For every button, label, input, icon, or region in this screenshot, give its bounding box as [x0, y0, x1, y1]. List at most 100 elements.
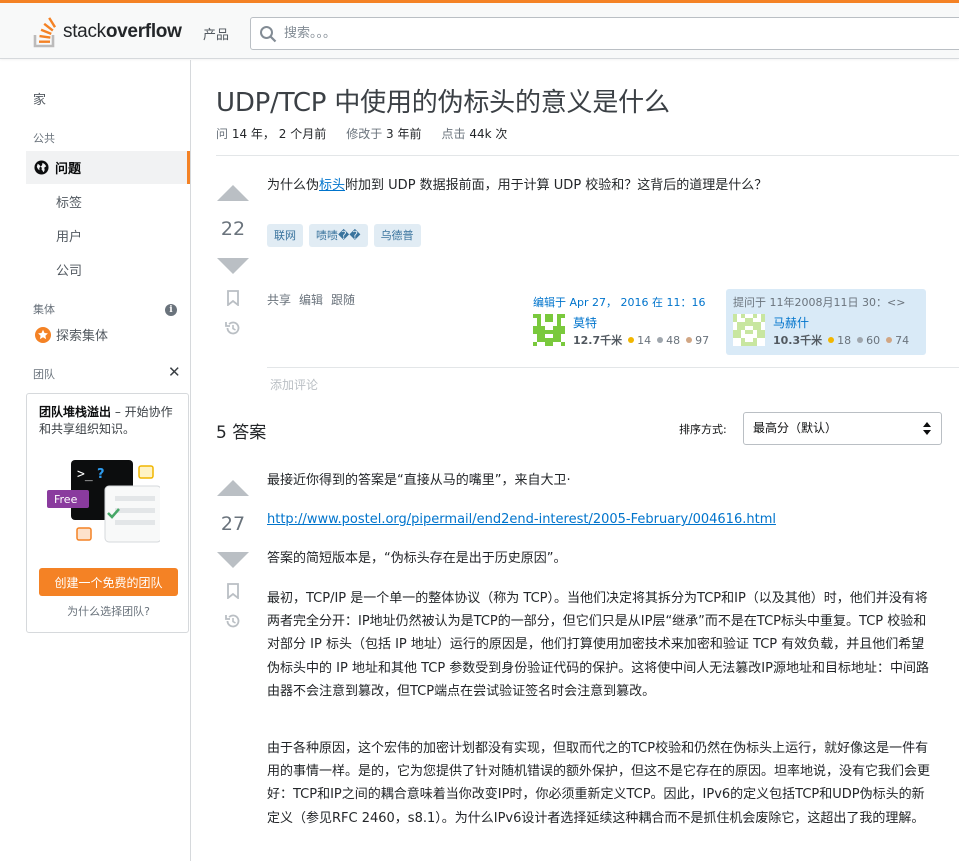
silver-badge-icon — [657, 337, 664, 343]
nav-section-teams: 团队 — [33, 368, 55, 381]
question-bookmark-icon[interactable] — [226, 290, 240, 306]
answer-history-icon[interactable] — [224, 612, 242, 630]
explore-collectives-label: 探索集体 — [56, 329, 109, 344]
nav-companies[interactable]: 公司 — [56, 260, 82, 279]
question-meta: 问 14 年， 2 个月前 修改于 3 年前 点击 44k 次 — [216, 125, 507, 142]
globe-icon — [34, 160, 49, 175]
nav-questions[interactable]: 问题 — [26, 151, 190, 184]
question-body-part2: 附加到 UDP 数据报前面，用于计算 UDP 校验和？这背后的道理是什么？ — [345, 178, 768, 193]
editor-card: 编辑于 Apr 27， 2016 在 11：16 莫特 12.7千米 14 48… — [526, 289, 721, 355]
editor-avatar[interactable] — [533, 314, 565, 346]
edited-timestamp[interactable]: 编辑于 Apr 27， 2016 在 11：16 — [533, 294, 706, 310]
left-sidebar: 家 公共 问题 标签 用户 公司 集体 i 探索集体 团队 ✕ 团队堆栈溢出 –… — [0, 60, 191, 861]
follow-link[interactable]: 跟随 — [331, 291, 355, 308]
question-body: 为什么伪标头附加到 UDP 数据报前面，用于计算 UDP 校验和？这背后的道理是… — [267, 175, 932, 197]
tag-networking[interactable]: 联网 — [267, 224, 303, 247]
teams-illustration-icon: >_ ? Free — [47, 460, 160, 543]
question-title[interactable]: UDP/TCP 中使用的伪标头的意义是什么 — [216, 82, 670, 119]
editor-reputation: 12.7千米 — [573, 334, 623, 347]
viewed-value: 44k 次 — [469, 127, 508, 141]
asker-bronze-count: 74 — [895, 333, 910, 347]
stack-logo-icon — [33, 17, 57, 48]
logo-wordmark: stackoverflow — [63, 21, 182, 43]
tag-tcp[interactable]: 啧啧�� — [309, 224, 368, 247]
svg-text:?: ? — [97, 467, 105, 482]
editor-gold-count: 14 — [637, 333, 652, 347]
asked-label: 问 — [216, 127, 229, 141]
modified-meta: 修改于 3 年前 — [346, 125, 421, 142]
collectives-star-icon — [35, 326, 51, 343]
select-arrows-icon — [923, 422, 931, 435]
editor-stats: 12.7千米 14 48 97 — [573, 332, 709, 348]
bronze-badge-icon — [886, 337, 893, 343]
answer-vote-count: 27 — [220, 513, 246, 535]
why-teams-link[interactable]: 为什么选择团队? — [27, 603, 190, 619]
sort-select[interactable]: 最高分（默认） — [743, 412, 942, 445]
create-team-button[interactable]: 创建一个免费的团队 — [39, 568, 178, 596]
editor-silver-count: 48 — [666, 333, 681, 347]
svg-text:>_: >_ — [77, 467, 93, 482]
search-input[interactable] — [284, 18, 884, 49]
modified-label: 修改于 — [346, 127, 383, 141]
nav-section-public: 公共 — [33, 132, 55, 145]
nav-explore-collectives[interactable]: 探索集体 — [35, 325, 108, 344]
nav-section-collectives: 集体 — [33, 303, 55, 316]
info-icon[interactable]: i — [165, 304, 177, 316]
question-tags: 联网 啧啧�� 乌德普 — [267, 224, 421, 247]
gold-badge-icon — [628, 337, 635, 343]
asker-gold-count: 18 — [837, 333, 852, 347]
logo-text-bold: overflow — [105, 21, 182, 42]
nav-questions-label: 问题 — [55, 162, 82, 177]
asker-stats: 10.3千米 18 60 74 — [773, 332, 909, 348]
asked-meta: 问 14 年， 2 个月前 — [216, 125, 326, 142]
logo-text-plain: stack — [63, 21, 106, 42]
viewed-label: 点击 — [441, 127, 466, 141]
asker-silver-count: 60 — [866, 333, 881, 347]
tag-udp[interactable]: 乌德普 — [373, 224, 421, 247]
question-body-part1: 为什么伪 — [267, 178, 320, 193]
question-downvote-button[interactable] — [217, 258, 249, 274]
nav-users[interactable]: 用户 — [56, 226, 82, 245]
answers-count: 5 答案 — [216, 423, 267, 443]
question-upvote-button[interactable] — [217, 185, 249, 201]
teams-promo-card: 团队堆栈溢出 – 开始协作和共享组织知识。 >_ ? Free 创建一个免费的团… — [26, 393, 189, 633]
bronze-badge-icon — [686, 337, 693, 343]
nav-home[interactable]: 家 — [33, 89, 46, 108]
answer-downvote-button[interactable] — [217, 552, 249, 568]
close-icon[interactable]: ✕ — [168, 363, 181, 381]
answer-paragraph-2: 答案的简短版本是，“伪标头存在是出于历史原因”。 — [267, 551, 567, 566]
sort-label: 排序方式: — [679, 423, 727, 436]
viewed-meta: 点击 44k 次 — [442, 125, 508, 142]
top-bar: stackoverflow 产品 — [0, 3, 959, 59]
add-comment-link[interactable]: 添加评论 — [270, 376, 318, 393]
search-box[interactable] — [250, 17, 959, 50]
edit-link[interactable]: 编辑 — [299, 291, 323, 308]
answer-upvote-button[interactable] — [217, 480, 249, 496]
answer-paragraph-3: 最初，TCP/IP 是一个单一的整体协议（称为 TCP）。当他们决定将其拆分为T… — [267, 591, 929, 699]
editor-bronze-count: 97 — [695, 333, 710, 347]
share-link[interactable]: 共享 — [267, 291, 291, 308]
asker-reputation: 10.3千米 — [773, 334, 823, 347]
asker-name[interactable]: 马赫什 — [773, 314, 809, 331]
products-menu[interactable]: 产品 — [203, 24, 229, 43]
question-history-icon[interactable] — [224, 319, 242, 337]
modified-value[interactable]: 3 年前 — [386, 127, 421, 141]
asker-card: 提问于 11年2008月11日 30：<> 马赫什 10.3千米 18 60 7… — [726, 289, 926, 355]
answer-bookmark-icon[interactable] — [226, 583, 240, 599]
asked-value: 14 年， 2 个月前 — [231, 127, 327, 141]
nav-tags[interactable]: 标签 — [56, 192, 82, 211]
answer-email-archive-link[interactable]: http://www.postel.org/pipermail/end2end-… — [267, 512, 776, 527]
editor-name[interactable]: 莫特 — [573, 314, 597, 331]
gold-badge-icon — [828, 337, 835, 343]
asked-timestamp[interactable]: 提问于 11年2008月11日 30：<> — [733, 294, 905, 310]
teams-promo-title: 团队堆栈溢出 — [39, 405, 112, 419]
question-vote-count: 22 — [220, 218, 246, 240]
comments-divider — [267, 367, 959, 368]
answer-paragraph-4: 由于各种原因，这个宏伟的加密计划都没有实现，但取而代之的TCP校验和仍然在伪标头… — [267, 741, 931, 826]
sort-selected-value: 最高分（默认） — [753, 421, 838, 435]
question-post-menu: 共享 编辑 跟随 — [267, 291, 355, 308]
header-divider — [216, 155, 959, 156]
asker-avatar[interactable] — [733, 314, 765, 346]
question-body-link[interactable]: 标头 — [319, 178, 345, 193]
stackoverflow-logo[interactable]: stackoverflow — [32, 15, 182, 49]
